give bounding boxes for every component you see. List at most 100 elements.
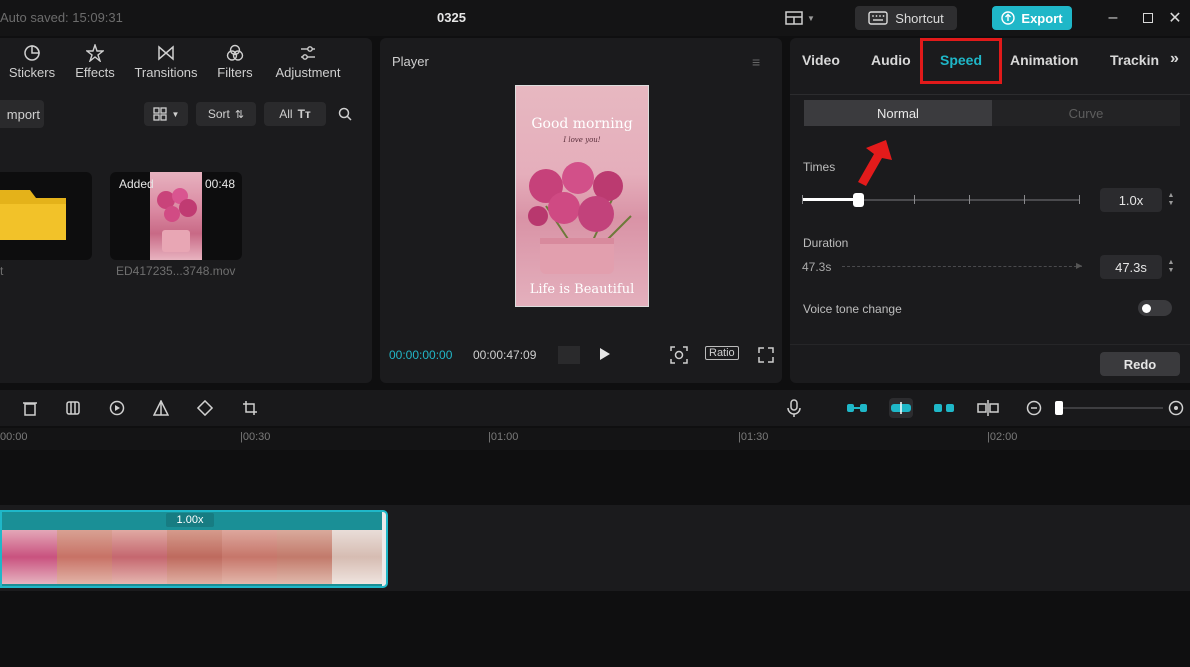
folder-item[interactable] xyxy=(0,172,92,260)
times-slider-handle[interactable] xyxy=(853,193,864,207)
search-button[interactable] xyxy=(332,102,358,126)
clip-frame xyxy=(222,530,277,584)
tab-divider xyxy=(790,94,1190,95)
minimize-button[interactable]: – xyxy=(1101,6,1125,30)
rotate-button[interactable] xyxy=(195,398,215,418)
maximize-button[interactable] xyxy=(1136,6,1160,30)
zoom-in-icon xyxy=(1168,400,1184,416)
duration-label: Duration xyxy=(803,236,849,250)
trash-icon xyxy=(23,402,37,416)
video-preview[interactable]: Good morning I love you! Life is Beautif… xyxy=(515,85,649,307)
sort-icon: ⇅ xyxy=(234,108,245,121)
slider-tick xyxy=(969,195,970,204)
layout-menu-button[interactable]: ▼ xyxy=(785,8,819,28)
filter-button[interactable]: All Tт xyxy=(264,102,326,126)
view-mode-button[interactable]: ▼ xyxy=(144,102,188,126)
linkage-button[interactable] xyxy=(933,398,955,418)
import-button[interactable]: mport xyxy=(0,100,44,128)
duration-stepper-icon[interactable]: ▲ ▼ xyxy=(1164,255,1178,279)
speed-tab-highlight xyxy=(920,38,1002,84)
crop-button[interactable] xyxy=(240,398,260,418)
link-track-icon xyxy=(847,404,867,412)
split-axis-icon xyxy=(977,400,999,416)
fullscreen-icon xyxy=(758,347,774,363)
fullscreen-button[interactable] xyxy=(758,347,774,366)
folder-name: t xyxy=(0,264,4,278)
media-panel: Stickers Effects Transitions Filters Adj… xyxy=(0,38,372,383)
clip-frame xyxy=(332,530,386,584)
tab-filters[interactable]: Filters xyxy=(210,38,260,86)
zoom-in-button[interactable] xyxy=(1166,398,1186,418)
more-tabs-icon[interactable]: » xyxy=(1170,50,1179,68)
tab-audio[interactable]: Audio xyxy=(871,52,911,68)
ruler-time: |01:30 xyxy=(738,431,769,443)
keyboard-icon xyxy=(868,11,888,25)
freeze-frame-button[interactable] xyxy=(63,398,83,418)
zoom-out-button[interactable] xyxy=(1024,398,1044,418)
ratio-button[interactable]: Ratio xyxy=(705,346,739,360)
autosave-status: Auto saved: 15:09:31 xyxy=(0,10,123,25)
sort-button[interactable]: Sort ⇅ xyxy=(196,102,256,126)
redo-button[interactable]: Redo xyxy=(1100,352,1180,376)
tab-adjustment[interactable]: Adjustment xyxy=(268,38,348,86)
times-stepper-icon[interactable]: ▲ ▼ xyxy=(1164,188,1178,212)
screenshot-button[interactable] xyxy=(670,346,688,367)
mirror-button[interactable] xyxy=(151,398,171,418)
tab-video[interactable]: Video xyxy=(802,52,840,68)
timeline-ruler[interactable]: 00:00 |00:30 |01:00 |01:30 |02:00 xyxy=(0,428,1190,450)
tab-animation[interactable]: Animation xyxy=(1010,52,1078,68)
slider-tick xyxy=(1024,195,1025,204)
times-input[interactable]: 1.0x xyxy=(1100,188,1162,212)
sort-label: Sort xyxy=(207,107,230,121)
auto-snap-button[interactable] xyxy=(889,398,913,418)
video-thumbnail xyxy=(150,172,202,260)
clip-frame xyxy=(167,530,222,584)
clip-frame xyxy=(277,530,332,584)
title-bar: Auto saved: 15:09:31 0325 ▼ Shortcut Exp… xyxy=(0,0,1190,36)
tab-stickers[interactable]: Stickers xyxy=(4,38,60,86)
clip-frame xyxy=(2,530,57,584)
maximize-icon xyxy=(1143,13,1153,23)
tab-label: Filters xyxy=(217,65,253,80)
microphone-icon xyxy=(787,399,801,417)
transitions-icon xyxy=(158,45,174,61)
zoom-slider-handle[interactable] xyxy=(1055,401,1063,415)
ruler-time: |01:00 xyxy=(488,431,519,443)
main-track-magnet-button[interactable] xyxy=(846,398,868,418)
tab-label: Stickers xyxy=(8,65,56,80)
video-clip[interactable]: 1.00x xyxy=(0,510,388,588)
zoom-out-icon xyxy=(1026,400,1042,416)
properties-panel: Video Audio Speed Animation Trackin » No… xyxy=(790,38,1190,383)
tab-transitions[interactable]: Transitions xyxy=(130,38,202,86)
preview-axis-button[interactable] xyxy=(977,398,999,418)
red-arrow-annotation-icon xyxy=(858,140,892,186)
current-time: 00:00:00:00 xyxy=(389,348,453,362)
close-button[interactable]: ✕ xyxy=(1163,6,1187,30)
video-item[interactable]: Added 00:48 xyxy=(110,172,242,260)
sticker-icon xyxy=(24,45,40,61)
frame-step-marker xyxy=(558,346,580,364)
filters-icon xyxy=(226,44,244,61)
effects-icon xyxy=(86,44,104,62)
play-button[interactable] xyxy=(598,346,612,365)
tab-tracking[interactable]: Trackin xyxy=(1110,52,1159,68)
shortcut-button[interactable]: Shortcut xyxy=(855,6,957,30)
reverse-button[interactable] xyxy=(107,398,127,418)
segment-normal[interactable]: Normal xyxy=(804,100,992,126)
delete-button[interactable] xyxy=(20,398,40,418)
zoom-slider-track[interactable] xyxy=(1063,407,1163,409)
clip-trim-handle[interactable] xyxy=(382,512,386,586)
player-menu-icon[interactable]: ≡ xyxy=(752,54,760,70)
reverse-play-icon xyxy=(109,400,125,416)
duration-input[interactable]: 47.3s xyxy=(1100,255,1162,279)
chevron-down-icon: ▼ xyxy=(171,109,180,119)
arrow-right-icon: ▶ xyxy=(1076,261,1083,270)
segment-curve[interactable]: Curve xyxy=(992,100,1180,126)
play-icon xyxy=(600,348,610,360)
record-audio-button[interactable] xyxy=(784,398,804,418)
export-button[interactable]: Export xyxy=(992,6,1072,30)
preview-caption-bottom: Life is Beautiful xyxy=(529,282,635,297)
tab-effects[interactable]: Effects xyxy=(70,38,120,86)
player-panel: Player ≡ Good morning I love you! Life i… xyxy=(380,38,782,383)
added-badge: Added xyxy=(119,177,154,191)
